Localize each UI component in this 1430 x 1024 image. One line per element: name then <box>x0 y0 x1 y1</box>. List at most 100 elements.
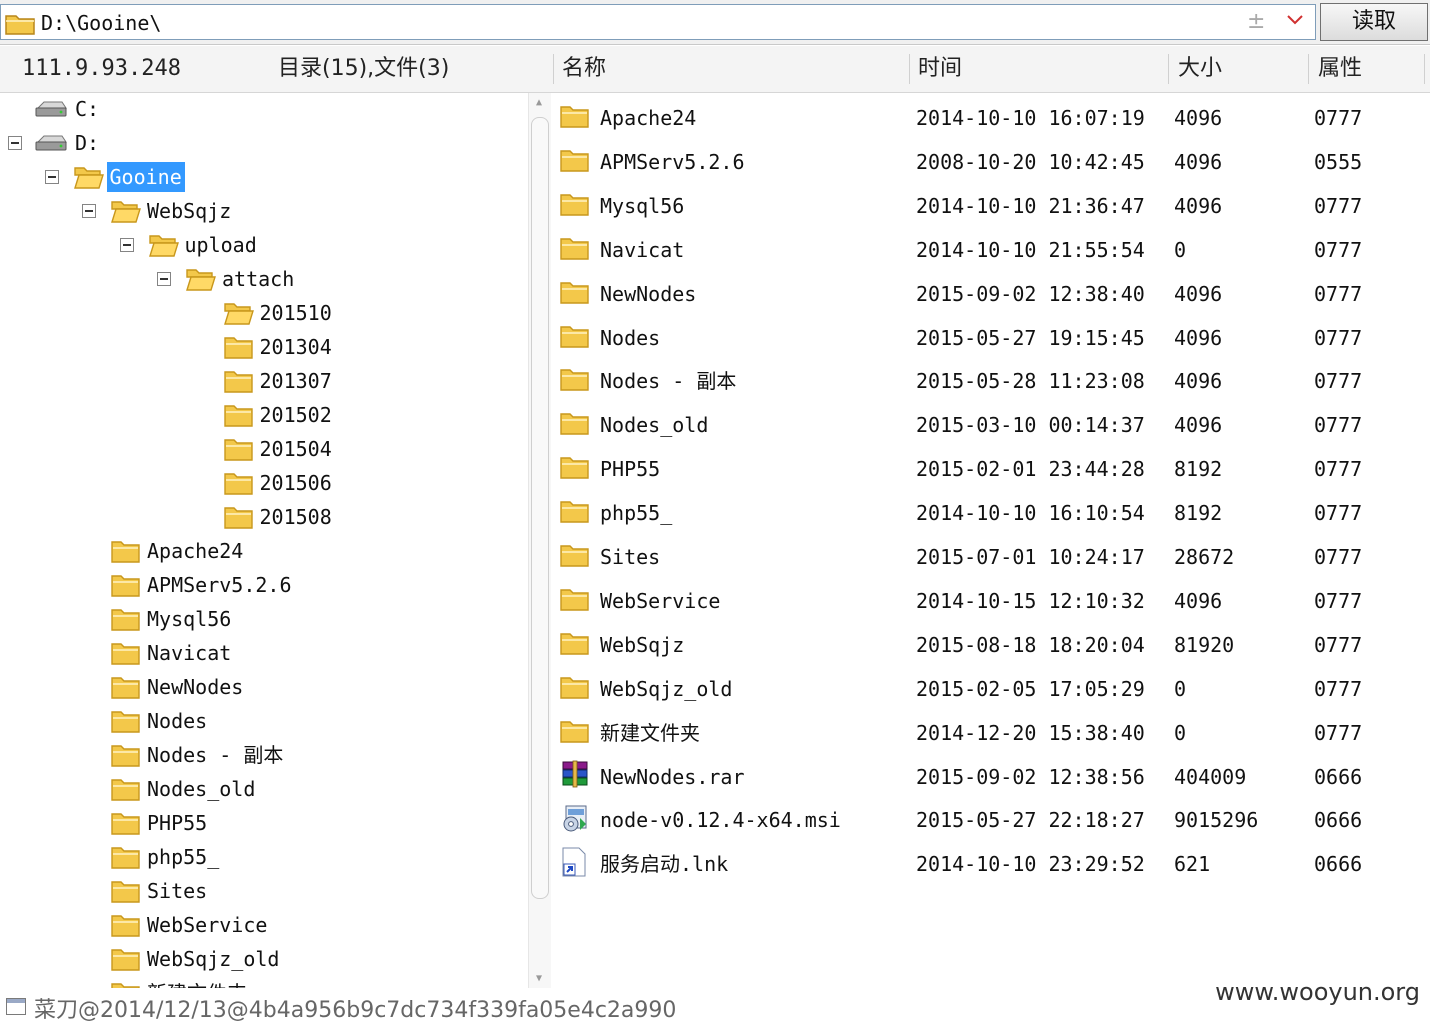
folder-icon <box>560 279 590 309</box>
collapse-toggle-icon[interactable] <box>157 272 171 286</box>
tree-item-label: D: <box>75 131 100 155</box>
column-name[interactable]: 名称 <box>562 46 606 92</box>
tree-item[interactable]: APMServ5.2.6 <box>0 569 528 601</box>
file-time: 2014-10-15 12:10:32 <box>916 588 1145 613</box>
tree-item[interactable]: NewNodes <box>0 671 528 703</box>
folder-icon <box>560 630 590 660</box>
file-row[interactable]: 服务启动.lnk 2014-10-10 23:29:52 621 0666 <box>552 842 1430 886</box>
tree-item[interactable]: 201506 <box>0 467 528 499</box>
tree-item-label: Sites <box>147 879 208 903</box>
file-attr: 0777 <box>1314 720 1363 745</box>
tree-item[interactable]: upload <box>0 229 528 261</box>
file-attr: 0666 <box>1314 764 1363 789</box>
file-row[interactable]: PHP55 2015-02-01 23:44:28 8192 0777 <box>552 447 1430 491</box>
column-size[interactable]: 大小 <box>1178 46 1222 92</box>
tree-item[interactable]: 201508 <box>0 501 528 533</box>
column-attr[interactable]: 属性 <box>1318 46 1362 92</box>
file-row[interactable]: node-v0.12.4-x64.msi 2015-05-27 22:18:27 9… <box>552 798 1430 842</box>
file-name: Mysql56 <box>600 193 685 218</box>
collapse-toggle-icon[interactable] <box>44 170 59 184</box>
read-button[interactable]: 读取 <box>1320 3 1428 41</box>
tree-item[interactable]: 201502 <box>0 399 528 431</box>
tree-item-label: 201508 <box>259 505 332 529</box>
file-time: 2015-09-02 12:38:56 <box>916 764 1145 789</box>
scroll-up-icon[interactable]: ▲ <box>536 97 542 108</box>
file-row[interactable]: 新建文件夹 2014-12-20 15:38:40 0 0777 <box>552 711 1430 755</box>
column-time[interactable]: 时间 <box>918 46 962 92</box>
tree-item[interactable]: 201510 <box>0 297 528 329</box>
tree-item-label: php55_ <box>147 845 220 869</box>
file-row[interactable]: php55_ 2014-10-10 16:10:54 8192 0777 <box>552 491 1430 535</box>
file-size: 28672 <box>1174 545 1235 569</box>
folder-icon <box>111 538 141 573</box>
file-time: 2014-10-10 21:55:54 <box>916 237 1145 262</box>
tree-item[interactable]: php55_ <box>0 841 528 873</box>
tree-item[interactable]: Navicat <box>0 637 528 669</box>
scroll-down-icon[interactable]: ▼ <box>536 973 542 984</box>
tree-item[interactable]: Sites <box>0 875 528 907</box>
collapse-toggle-icon[interactable] <box>8 136 22 150</box>
tree-item[interactable]: 201304 <box>0 331 528 363</box>
file-name: Nodes - 副本 <box>600 369 737 394</box>
file-time: 2015-05-28 11:23:08 <box>916 369 1145 394</box>
folder-icon <box>111 776 141 811</box>
file-name: WebSqjz <box>600 632 685 657</box>
file-row[interactable]: APMServ5.2.6 2008-10-20 10:42:45 4096 0555 <box>552 140 1430 184</box>
folder-icon <box>560 235 590 265</box>
file-row[interactable]: WebSqjz_old 2015-02-05 17:05:29 0 0777 <box>552 667 1430 711</box>
file-row[interactable]: Nodes 2015-05-27 19:15:45 4096 0777 <box>552 316 1430 360</box>
tree-item[interactable]: PHP55 <box>0 807 528 839</box>
file-name: WebSqjz_old <box>600 676 733 701</box>
collapse-toggle-icon[interactable] <box>119 238 134 252</box>
tree-item[interactable]: C: <box>0 93 528 125</box>
tree-item[interactable]: attach <box>0 263 528 295</box>
folder-icon <box>560 366 590 396</box>
tree-item[interactable]: WebSqjz <box>0 195 528 227</box>
tree-item[interactable]: Gooine <box>0 161 528 193</box>
file-name: Apache24 <box>600 106 697 130</box>
tree-item-label: 201506 <box>259 471 332 495</box>
tree-item[interactable]: Nodes <box>0 705 528 737</box>
file-row[interactable]: NewNodes 2015-09-02 12:38:40 4096 0777 <box>552 272 1430 316</box>
file-row[interactable]: NewNodes.rar 2015-09-02 12:38:56 404009 066… <box>552 755 1430 799</box>
file-row[interactable]: WebService 2014-10-15 12:10:32 4096 0777 <box>552 579 1430 623</box>
tree-item-label: NewNodes <box>147 675 244 699</box>
file-row[interactable]: Nodes_old 2015-03-10 00:14:37 4096 0777 <box>552 403 1430 447</box>
tree-item[interactable]: Nodes - 副本 <box>0 739 528 771</box>
tree-item[interactable]: 201504 <box>0 433 528 465</box>
folder-icon <box>111 742 141 777</box>
file-size: 4096 <box>1174 325 1223 350</box>
file-row[interactable]: Apache24 2014-10-10 16:07:19 4096 0777 <box>552 96 1430 140</box>
file-row[interactable]: WebSqjz 2015-08-18 18:20:04 81920 0777 <box>552 623 1430 667</box>
tree-item[interactable]: WebService <box>0 909 528 941</box>
scroll-thumb[interactable] <box>531 117 549 899</box>
file-row[interactable]: Navicat 2014-10-10 21:55:54 0 0777 <box>552 228 1430 272</box>
msi-installer-icon <box>560 802 590 838</box>
file-attr: 0777 <box>1314 281 1363 306</box>
add-bookmark-icon[interactable]: ± <box>1247 9 1265 34</box>
folder-icon <box>560 454 590 484</box>
tree-item[interactable]: 201307 <box>0 365 528 397</box>
tree-scrollbar[interactable]: ▲ ▼ <box>528 93 551 988</box>
tree-item-label: Nodes <box>147 709 208 733</box>
file-size: 621 <box>1174 852 1211 877</box>
tree-item[interactable]: WebSqjz_old <box>0 943 528 975</box>
file-attr: 0777 <box>1314 588 1363 613</box>
directory-tree[interactable]: C: D: Gooine WebSqjz upload attach 201510 20130… <box>0 93 528 988</box>
file-row[interactable]: Mysql56 2014-10-10 21:36:47 4096 0777 <box>552 184 1430 228</box>
collapse-toggle-icon[interactable] <box>82 204 96 218</box>
folder-icon <box>111 640 141 675</box>
path-input[interactable]: D:\Gooine\ ± <box>0 4 1316 40</box>
tree-item[interactable]: Mysql56 <box>0 603 528 635</box>
tree-item[interactable]: D: <box>0 127 528 159</box>
file-time: 2014-10-10 16:10:54 <box>916 501 1145 526</box>
chevron-down-icon[interactable] <box>1285 11 1305 32</box>
tree-item[interactable]: Nodes_old <box>0 773 528 805</box>
file-row[interactable]: Nodes - 副本 2015-05-28 11:23:08 4096 0777 <box>552 359 1430 403</box>
tree-item[interactable]: 新建文件夹 <box>0 977 528 988</box>
file-row[interactable]: Sites 2015-07-01 10:24:17 28672 0777 <box>552 535 1430 579</box>
file-size: 8192 <box>1174 501 1223 526</box>
tree-item[interactable]: Apache24 <box>0 535 528 567</box>
file-size: 4096 <box>1174 193 1223 218</box>
folder-icon <box>223 334 254 369</box>
